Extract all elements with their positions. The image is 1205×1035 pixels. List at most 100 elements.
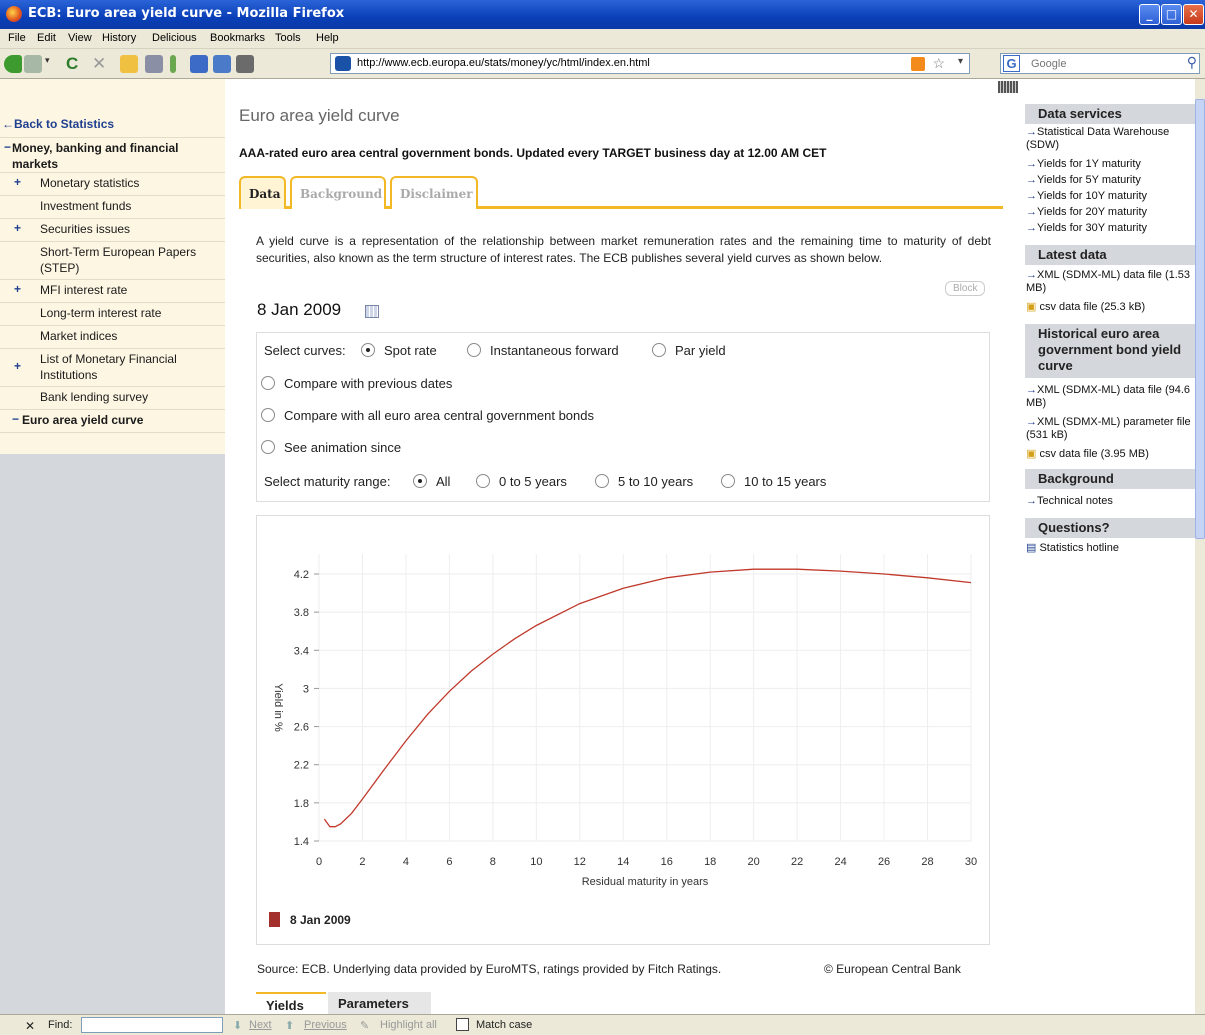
ds_links-link-0[interactable]: →Statistical Data Warehouse (SDW) bbox=[1026, 126, 1194, 152]
rss-icon[interactable] bbox=[911, 57, 925, 71]
tab-parameters[interactable]: Parameters bbox=[328, 992, 431, 1014]
find-next-button[interactable]: Next bbox=[249, 1019, 272, 1031]
link-label: XML (SDMX-ML) parameter file (531 kB) bbox=[1026, 416, 1191, 441]
find-previous-icon[interactable]: ⬆ bbox=[285, 1019, 294, 1032]
forward-icon[interactable] bbox=[24, 55, 42, 73]
search-icon[interactable]: ⚲ bbox=[1187, 54, 1197, 71]
sidebar-item-8[interactable]: Bank lending survey bbox=[0, 387, 225, 410]
menu-history[interactable]: History bbox=[102, 32, 136, 44]
menu-bookmarks[interactable]: Bookmarks bbox=[210, 32, 265, 44]
right-sidebar: Data services →Statistical Data Warehous… bbox=[998, 79, 1195, 1014]
print-icon[interactable] bbox=[145, 55, 163, 73]
nav-section-money[interactable]: − Money, banking and financial markets bbox=[0, 137, 225, 173]
sidebar-item-1[interactable]: Investment funds bbox=[0, 196, 225, 219]
block-label[interactable]: Block bbox=[945, 281, 986, 296]
compare-all-option[interactable]: Compare with all euro area central gover… bbox=[261, 408, 594, 423]
calendar-icon[interactable] bbox=[365, 305, 379, 318]
curve-instantaneous-forward[interactable]: Instantaneous forward bbox=[467, 343, 619, 358]
csv-file-icon: ▣ bbox=[1026, 448, 1040, 460]
radio-icon[interactable] bbox=[361, 343, 375, 357]
back-icon[interactable] bbox=[4, 55, 22, 73]
sidebar-item-9[interactable]: − Euro area yield curve bbox=[0, 410, 225, 433]
sidebar-item-7[interactable]: + List of Monetary Financial Institutions bbox=[0, 349, 225, 387]
ds_links-link-4[interactable]: →Yields for 20Y maturity bbox=[1026, 206, 1194, 219]
radio-icon[interactable] bbox=[261, 376, 275, 390]
radio-icon[interactable] bbox=[476, 474, 490, 488]
sidebar-item-2[interactable]: + Securities issues bbox=[0, 219, 225, 242]
highlight-all-button[interactable]: Highlight all bbox=[380, 1019, 437, 1031]
search-input[interactable] bbox=[1031, 56, 1171, 71]
ds_links-link-1[interactable]: →Yields for 1Y maturity bbox=[1026, 158, 1194, 171]
reload-icon[interactable]: C bbox=[66, 55, 84, 73]
hist_links-link-0[interactable]: →XML (SDMX-ML) data file (94.6 MB) bbox=[1026, 384, 1194, 410]
tab-background[interactable]: Background bbox=[290, 176, 386, 209]
bookmark-star-icon[interactable]: ☆ bbox=[932, 55, 945, 72]
maximize-button[interactable]: □ bbox=[1161, 4, 1182, 25]
compare-previous-option[interactable]: Compare with previous dates bbox=[261, 376, 452, 391]
ds_links-link-5[interactable]: →Yields for 30Y maturity bbox=[1026, 222, 1194, 235]
menu-view[interactable]: View bbox=[68, 32, 92, 44]
latest_links-link-1[interactable]: ▣ csv data file (25.3 kB) bbox=[1026, 301, 1194, 314]
hist_links-link-1[interactable]: →XML (SDMX-ML) parameter file (531 kB) bbox=[1026, 416, 1194, 442]
tab-yields[interactable]: Yields bbox=[256, 992, 326, 1014]
minimize-button[interactable]: _ bbox=[1139, 4, 1160, 25]
sidebar-item-5[interactable]: Long-term interest rate bbox=[0, 303, 225, 326]
ds_links-link-3[interactable]: →Yields for 10Y maturity bbox=[1026, 190, 1194, 203]
find-close-icon[interactable]: ✕ bbox=[25, 1019, 35, 1033]
bg_links-link-0[interactable]: →Technical notes bbox=[1026, 495, 1194, 508]
hist_links-link-2[interactable]: ▣ csv data file (3.95 MB) bbox=[1026, 448, 1194, 461]
address-bar[interactable]: http://www.ecb.europa.eu/stats/money/yc/… bbox=[330, 53, 970, 74]
menu-tools[interactable]: Tools bbox=[275, 32, 301, 44]
find-previous-button[interactable]: Previous bbox=[304, 1019, 347, 1031]
ds_links-link-2[interactable]: →Yields for 5Y maturity bbox=[1026, 174, 1194, 187]
google-icon[interactable]: G bbox=[1003, 55, 1020, 72]
link-label: Yields for 1Y maturity bbox=[1037, 158, 1141, 170]
radio-icon[interactable] bbox=[652, 343, 666, 357]
history-dropdown-icon[interactable]: ▾ bbox=[45, 55, 53, 73]
search-box[interactable]: G ⚲ bbox=[1000, 53, 1200, 74]
curve-par-yield[interactable]: Par yield bbox=[652, 343, 726, 358]
radio-icon[interactable] bbox=[413, 474, 427, 488]
menu-help[interactable]: Help bbox=[316, 32, 339, 44]
sidebar-item-4[interactable]: + MFI interest rate bbox=[0, 280, 225, 303]
tab-data[interactable]: Data bbox=[239, 176, 286, 209]
highlight-icon[interactable]: ✎ bbox=[360, 1019, 369, 1032]
q_links-link-0[interactable]: ▤ Statistics hotline bbox=[1026, 542, 1194, 555]
find-input[interactable] bbox=[81, 1017, 223, 1033]
back-to-statistics-link[interactable]: ←Back to Statistics bbox=[2, 117, 114, 131]
url-dropdown-icon[interactable]: ▾ bbox=[958, 56, 963, 67]
screen-icon[interactable] bbox=[190, 55, 208, 73]
tab-disclaimer[interactable]: Disclaimer bbox=[390, 176, 478, 209]
menu-edit[interactable]: Edit bbox=[37, 32, 56, 44]
radio-icon[interactable] bbox=[721, 474, 735, 488]
maturity-0-5[interactable]: 0 to 5 years bbox=[476, 474, 567, 489]
curve-spot-rate[interactable]: Spot rate bbox=[361, 343, 437, 358]
maturity-10-15[interactable]: 10 to 15 years bbox=[721, 474, 826, 489]
maturity-all[interactable]: All bbox=[413, 474, 450, 489]
home-icon[interactable] bbox=[120, 55, 138, 73]
animation-option[interactable]: See animation since bbox=[261, 440, 401, 455]
find-next-icon[interactable]: ⬇ bbox=[233, 1019, 242, 1032]
stop-icon[interactable]: ✕ bbox=[92, 55, 110, 73]
sidebar-item-0[interactable]: + Monetary statistics bbox=[0, 173, 225, 196]
sidebar-item-label: Long-term interest rate bbox=[40, 306, 162, 320]
latest_links-link-0[interactable]: →XML (SDMX-ML) data file (1.53 MB) bbox=[1026, 269, 1194, 295]
radio-icon[interactable] bbox=[261, 440, 275, 454]
maturity-5-10[interactable]: 5 to 10 years bbox=[595, 474, 693, 489]
close-button[interactable]: ✕ bbox=[1183, 4, 1204, 25]
lock-icon[interactable] bbox=[236, 55, 254, 73]
bookmark-tag-icon[interactable] bbox=[170, 55, 176, 73]
address-url[interactable]: http://www.ecb.europa.eu/stats/money/yc/… bbox=[357, 57, 650, 69]
sidebar-item-3[interactable]: Short-Term European Papers (STEP) bbox=[0, 242, 225, 280]
match-case-checkbox[interactable] bbox=[456, 1018, 469, 1031]
window-icon[interactable] bbox=[213, 55, 231, 73]
menu-delicious[interactable]: Delicious bbox=[152, 32, 197, 44]
sidebar-item-6[interactable]: Market indices bbox=[0, 326, 225, 349]
radio-icon[interactable] bbox=[467, 343, 481, 357]
vertical-scrollbar[interactable] bbox=[1195, 79, 1205, 1014]
radio-icon[interactable] bbox=[595, 474, 609, 488]
scrollbar-thumb[interactable] bbox=[1195, 99, 1205, 539]
menu-file[interactable]: File bbox=[8, 32, 26, 44]
y-tick-label: 3.4 bbox=[294, 645, 309, 657]
radio-icon[interactable] bbox=[261, 408, 275, 422]
